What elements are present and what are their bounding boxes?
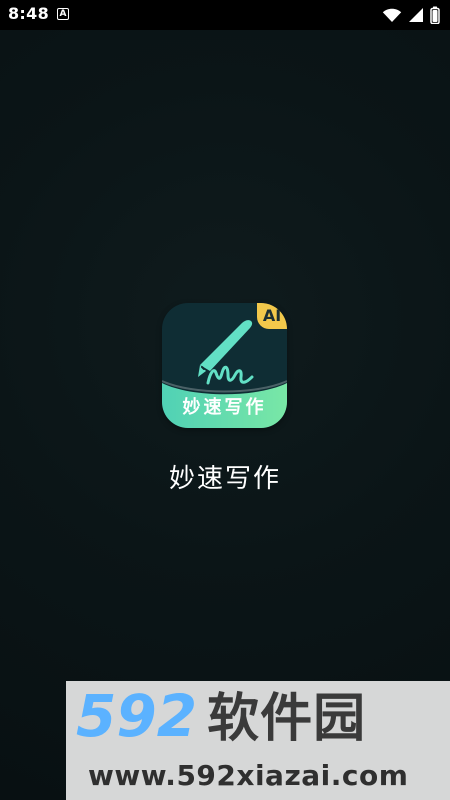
watermark-url: www.592xiazai.com — [88, 759, 409, 792]
app-icon-label: 妙速写作 — [182, 397, 267, 418]
watermark-brand-number: 592 — [76, 682, 198, 750]
battery-icon — [430, 6, 440, 24]
watermark-brand: 592 软件园 — [76, 687, 366, 745]
status-icons — [382, 5, 440, 25]
a-icon: A — [57, 8, 69, 20]
app-title: 妙速写作 — [168, 464, 281, 494]
status-time: 8:48 — [8, 4, 49, 23]
watermark-brand-chinese: 软件园 — [207, 689, 367, 749]
app-icon[interactable]: 妙速写作 AI — [162, 303, 287, 428]
status-bar: 8:48 A — [0, 0, 450, 30]
watermark: 592 软件园 www.592xiazai.com — [66, 681, 450, 800]
wifi-icon — [382, 7, 402, 23]
cell-signal-icon — [408, 7, 424, 23]
